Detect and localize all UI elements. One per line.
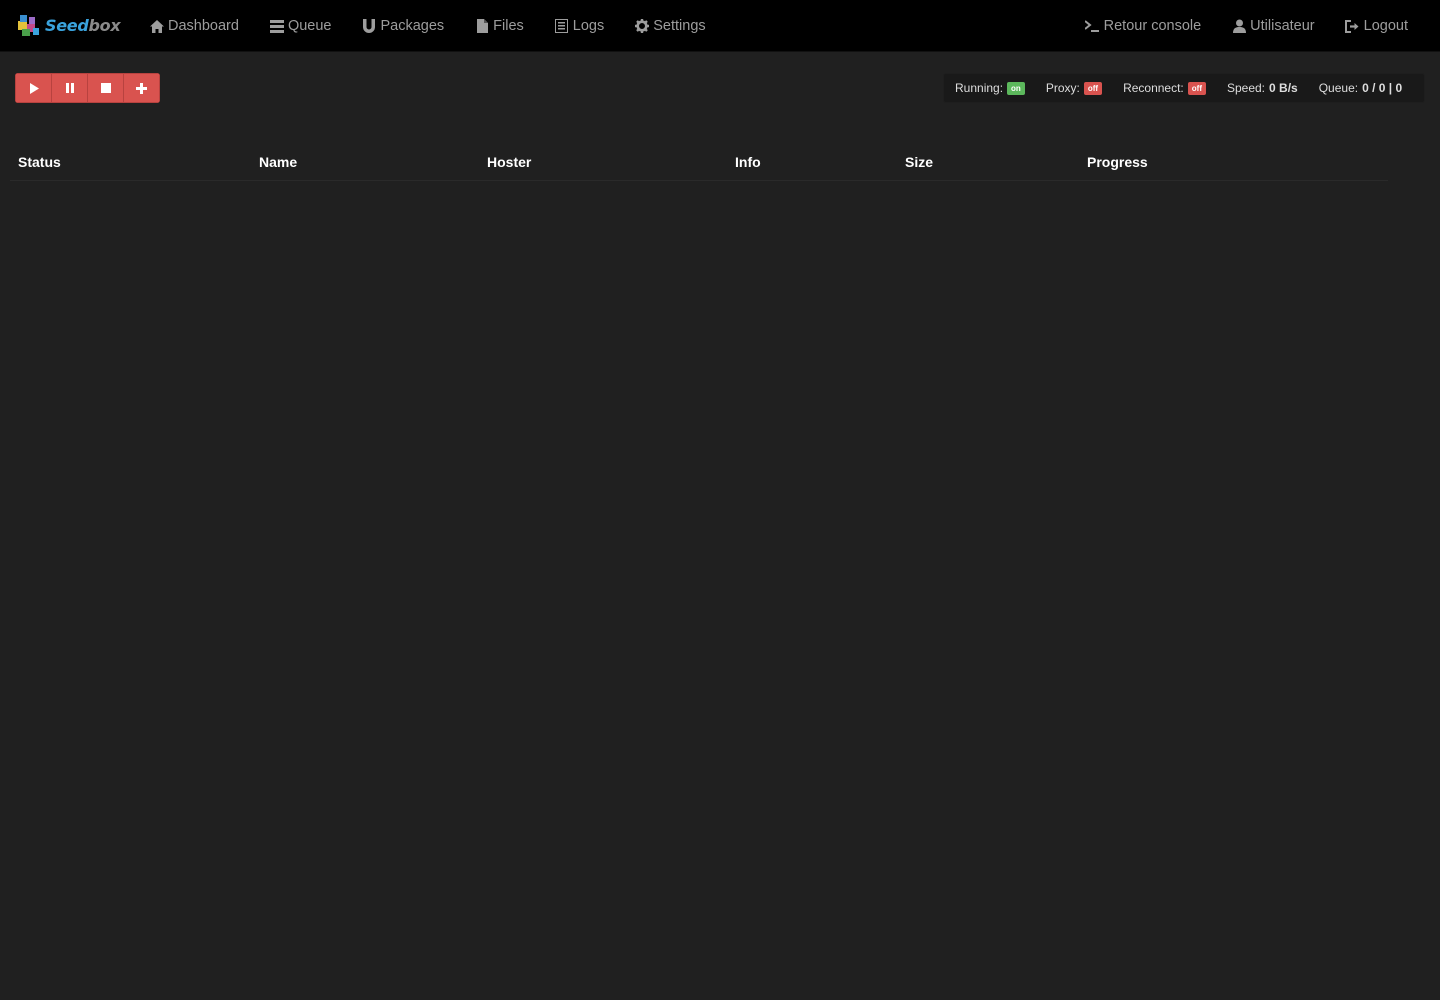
queue-label: Queue:	[1318, 81, 1359, 95]
pause-button[interactable]	[51, 73, 88, 103]
nav-item-label: Packages	[380, 18, 445, 34]
nav-item-queue[interactable]: Queue	[261, 0, 340, 52]
home-icon	[149, 18, 165, 34]
nav-item-files[interactable]: Files	[466, 0, 532, 52]
add-button[interactable]	[123, 73, 160, 103]
play-icon	[29, 82, 39, 94]
nav-item-packages[interactable]: Packages	[353, 0, 452, 52]
nav-item-settings[interactable]: Settings	[626, 0, 713, 52]
logout-icon	[1345, 18, 1361, 34]
column-header-name: Name	[251, 144, 479, 181]
speed-label: Speed:	[1226, 81, 1266, 95]
proxy-status: Proxy: off	[1045, 81, 1103, 95]
nav-item-logout[interactable]: Logout	[1337, 0, 1416, 52]
nav-item-dashboard[interactable]: Dashboard	[141, 0, 247, 52]
toolbar-button-group	[15, 73, 160, 103]
list-icon	[269, 18, 285, 34]
speed-value: 0 B/s	[1269, 81, 1298, 95]
nav-item-label: Dashboard	[168, 18, 239, 34]
reconnect-status: Reconnect: off	[1123, 81, 1206, 95]
running-badge[interactable]: on	[1007, 81, 1025, 95]
reconnect-badge[interactable]: off	[1187, 81, 1206, 95]
running-label: Running:	[955, 81, 1004, 95]
nav-item-user[interactable]: Utilisateur	[1223, 0, 1322, 52]
queue-value: 0 / 0 | 0	[1362, 81, 1403, 95]
file-icon	[474, 18, 490, 34]
column-header-progress: Progress	[1079, 144, 1388, 181]
table-header-row: Status Name Hoster Info Size Progress	[10, 144, 1388, 181]
console-icon	[1085, 18, 1101, 34]
nav-item-label: Utilisateur	[1250, 18, 1315, 34]
column-header-size: Size	[897, 144, 1079, 181]
brand-name: Seedbox	[45, 15, 121, 35]
column-header-status: Status	[10, 144, 251, 181]
nav-item-label: Retour console	[1103, 18, 1202, 34]
list-alt-icon	[554, 18, 570, 34]
seedbox-logo-icon	[16, 12, 44, 38]
running-status: Running: on	[955, 81, 1025, 95]
queue-status: Queue: 0 / 0 | 0	[1319, 81, 1402, 95]
nav-item-label: Settings	[653, 18, 706, 34]
reconnect-label: Reconnect:	[1123, 81, 1184, 95]
nav-item-label: Files	[493, 18, 524, 34]
nav-main: Dashboard Queue Packages Files Logs Sett…	[141, 0, 728, 52]
pause-icon	[65, 83, 74, 93]
magnet-icon	[361, 18, 377, 34]
speed-status: Speed: 0 B/s	[1227, 81, 1298, 95]
gear-icon	[634, 18, 650, 34]
stop-button[interactable]	[87, 73, 124, 103]
status-bar: Running: on Proxy: off Reconnect: off Sp…	[943, 73, 1425, 103]
play-button[interactable]	[15, 73, 52, 103]
navbar: Seedbox Dashboard Queue Packages Files L…	[0, 0, 1440, 52]
nav-user: Retour console Utilisateur Logout	[1071, 0, 1424, 52]
nav-item-label: Queue	[287, 18, 332, 34]
download-table: Status Name Hoster Info Size Progress	[10, 144, 1388, 181]
brand-box-text: box	[88, 15, 121, 35]
column-header-info: Info	[727, 144, 897, 181]
brand-logo-link[interactable]: Seedbox	[16, 12, 121, 38]
stop-icon	[100, 83, 111, 93]
nav-item-logs[interactable]: Logs	[546, 0, 612, 52]
nav-item-console[interactable]: Retour console	[1077, 0, 1210, 52]
nav-item-label: Logout	[1363, 18, 1408, 34]
proxy-badge[interactable]: off	[1083, 81, 1103, 95]
column-header-hoster: Hoster	[479, 144, 727, 181]
user-icon	[1231, 18, 1247, 34]
proxy-label: Proxy:	[1045, 81, 1080, 95]
brand-seed-text: Seed	[45, 15, 89, 35]
plus-icon	[136, 82, 147, 94]
nav-item-label: Logs	[572, 18, 605, 34]
